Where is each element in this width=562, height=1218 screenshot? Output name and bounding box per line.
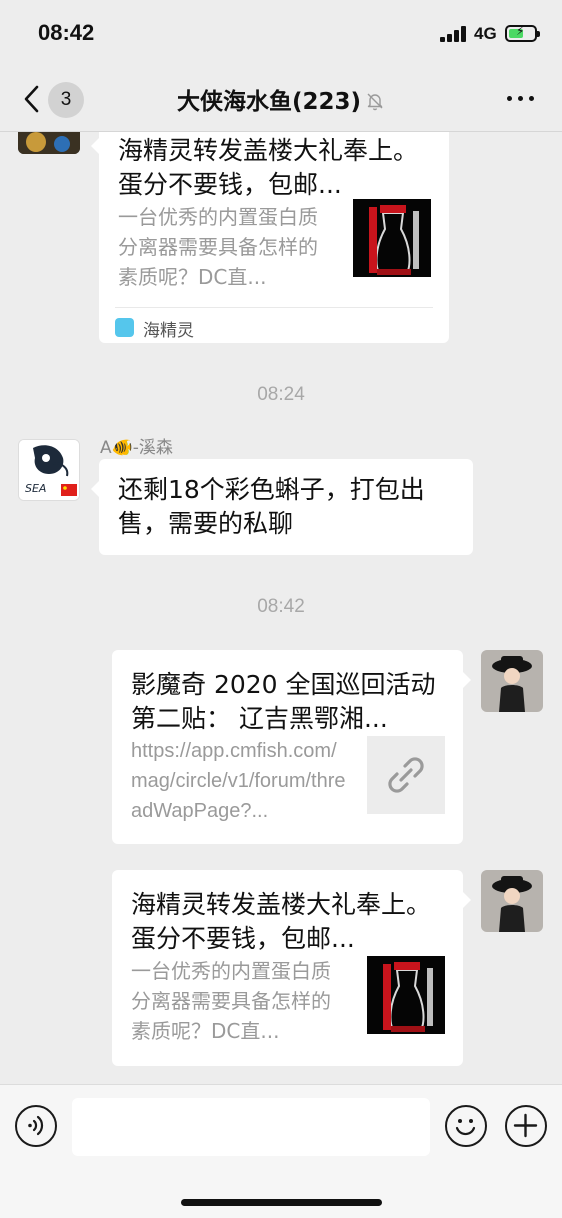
- network-label: 4G: [474, 24, 497, 43]
- emoji-button[interactable]: [445, 1105, 487, 1147]
- avatar[interactable]: [18, 132, 80, 154]
- card-source: 海精灵: [115, 307, 433, 343]
- emoji-icon: [455, 1119, 476, 1136]
- bell-slash-icon: [367, 93, 383, 111]
- plus-icon: [513, 1113, 538, 1138]
- sender-name: A🐠-溪森: [100, 438, 173, 458]
- input-bar: [0, 1084, 562, 1218]
- chevron-left-icon: [24, 85, 39, 113]
- voice-button[interactable]: [15, 1105, 57, 1147]
- article-card[interactable]: 海精灵转发盖楼大礼奉上。蛋分不要钱，包邮... 一台优秀的内置蛋白质分离器需要具…: [112, 870, 471, 1066]
- card-title: 影魔奇 2020 全国巡回活动第二贴： 辽吉黑鄂湘...: [131, 670, 436, 733]
- source-name: 海精灵: [143, 321, 194, 341]
- card-thumbnail: [367, 956, 445, 1034]
- card-description: 一台优秀的内置蛋白质分离器需要具备怎样的素质呢？DC直...: [131, 959, 331, 1043]
- message-input[interactable]: [72, 1098, 430, 1156]
- card-title: 海精灵转发盖楼大礼奉上。蛋分不要钱，包邮...: [131, 890, 432, 953]
- card-thumbnail: [353, 199, 431, 277]
- link-card[interactable]: 影魔奇 2020 全国巡回活动第二贴： 辽吉黑鄂湘... https://app…: [112, 650, 471, 844]
- card-description: 一台优秀的内置蛋白质分离器需要具备怎样的素质呢？DC直...: [118, 205, 318, 289]
- back-button[interactable]: 3: [18, 80, 88, 118]
- signal-icon: [440, 26, 468, 42]
- avatar-text: SEA: [25, 482, 46, 495]
- avatar[interactable]: [481, 650, 543, 712]
- avatar[interactable]: [481, 870, 543, 932]
- more-button[interactable]: [506, 86, 536, 110]
- status-bar: 08:42 4G ⚡: [0, 0, 562, 66]
- app-icon: [115, 318, 134, 337]
- message-list[interactable]: 海精灵转发盖楼大礼奉上。蛋分不要钱，包邮... 一台优秀的内置蛋白质分离器需要具…: [0, 132, 562, 1084]
- link-icon: [388, 757, 424, 793]
- article-card[interactable]: 海精灵转发盖楼大礼奉上。蛋分不要钱，包邮... 一台优秀的内置蛋白质分离器需要具…: [91, 132, 449, 343]
- battery-icon: ⚡: [505, 24, 540, 42]
- unread-count-badge: 3: [48, 82, 84, 118]
- chat-title-text: 大侠海水鱼(223): [176, 89, 362, 115]
- chat-header: 3 大侠海水鱼(223): [0, 66, 562, 132]
- message-text: 还剩18个彩色蝌子，打包出售，需要的私聊: [118, 475, 425, 538]
- text-message[interactable]: 还剩18个彩色蝌子，打包出售，需要的私聊: [91, 459, 473, 555]
- timestamp: 08:42: [257, 596, 305, 617]
- chat-title: 大侠海水鱼(223): [120, 82, 442, 116]
- link-thumbnail: [367, 736, 445, 814]
- plus-button[interactable]: [505, 1105, 547, 1147]
- timestamp: 08:24: [257, 384, 305, 405]
- status-time: 08:42: [38, 20, 95, 45]
- card-title: 海精灵转发盖楼大礼奉上。蛋分不要钱，包邮...: [118, 136, 419, 199]
- card-url: https://app.cmfish.com/mag/circle/v1/for…: [131, 740, 346, 822]
- home-indicator[interactable]: [181, 1199, 382, 1206]
- avatar[interactable]: SEA: [18, 439, 80, 501]
- voice-icon: [28, 1115, 44, 1136]
